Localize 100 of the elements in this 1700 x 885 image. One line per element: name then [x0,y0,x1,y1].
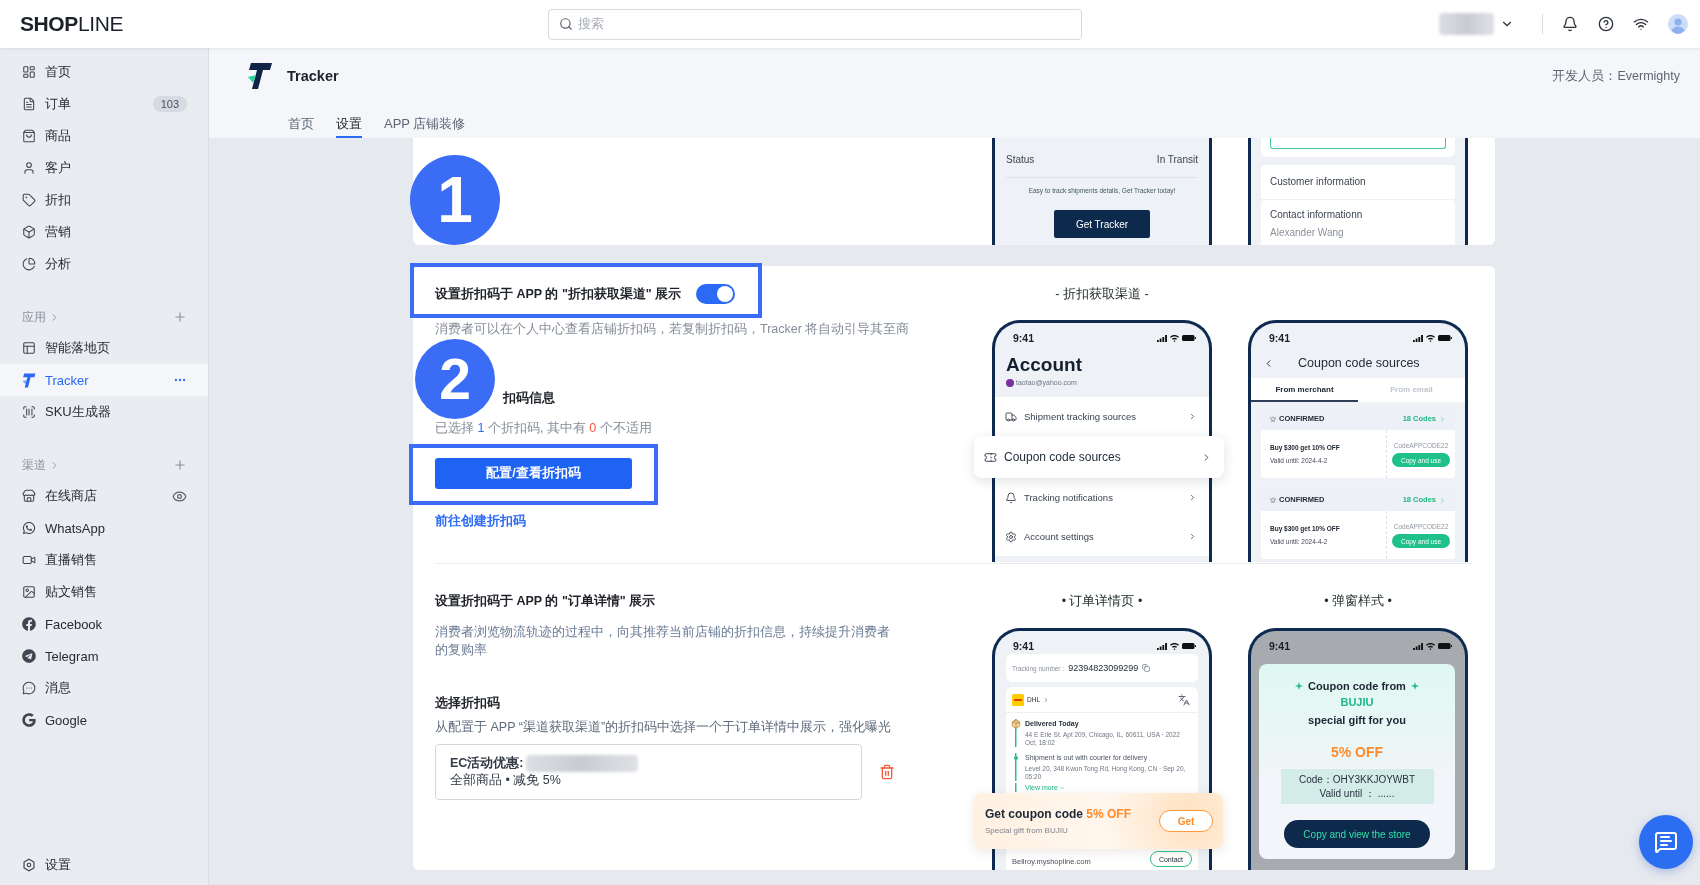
banner-subtitle: Special gift from BUJIU [985,825,1069,836]
layout-icon [22,341,36,355]
sidebar-item[interactable]: 直播销售 [0,544,208,576]
coupon-detail: 全部商品 • 减免 5% [450,772,562,789]
toggle-switch[interactable] [696,284,736,304]
pie-chart-icon [22,257,36,271]
banner-title: Get coupon code 5% OFF [985,806,1132,821]
sidebar-item[interactable]: Telegram [0,640,208,672]
create-link[interactable]: 前往创建折扣码 [435,512,526,530]
configure-button[interactable]: 配置/查看折扣码 [435,458,632,489]
coupon-code: Code：OHY3KKJOYWBT [1298,772,1416,787]
search-field[interactable]: 搜索 [548,8,1082,40]
info-title: Contact informationn [1270,208,1364,222]
whatsapp-icon [22,521,36,535]
status-value: In Transit [1156,153,1198,167]
bell-icon[interactable] [1562,16,1578,32]
sidebar-item[interactable]: 分析 [0,248,208,280]
sidebar-item[interactable]: 客户 [0,152,208,184]
sidebar-item[interactable]: 智能落地页 [0,332,208,364]
chevron-right-icon [1188,532,1197,541]
chevron-right-icon [1439,496,1446,504]
eye-icon[interactable] [172,488,187,504]
status-time: 9:41 [1013,640,1034,652]
battery-icon [1182,335,1196,341]
selection-summary: 已选择 1 个折扣码, 其中有 0 个不适用 [435,420,652,437]
sidebar-item[interactable]: 在线商店 [0,480,208,512]
preview-caption: - 折扣获取渠道 - [1055,286,1149,303]
chat-button[interactable] [1639,815,1693,869]
get-tracker-button[interactable]: Get Tracker [1054,210,1150,238]
screen-title: Coupon code sources [1298,355,1420,372]
app-logo-icon [22,372,36,388]
developer-label: 开发人员：Evermighty [1552,67,1680,85]
preview-caption: • 订单详情页 • [1061,593,1143,610]
tab[interactable]: From merchant [1251,378,1358,402]
popup-subheading: special gift for you [1308,713,1406,728]
coupon-item[interactable]: EC活动优惠: 全部商品 • 减免 5% [435,744,862,800]
count-badge: 103 [152,96,187,112]
sidebar-item[interactable]: 首页 [0,56,208,88]
sparkle-icon [1410,682,1419,690]
store-icon [22,489,36,503]
dashboard-icon [22,65,36,79]
hint-text: 从配置于 APP “渠道获取渠道”的折扣码中选择一个于订单详情中展示，强化曝光 [435,719,892,736]
sidebar-item[interactable]: 商品 [0,120,208,152]
sidebar-item[interactable]: 消息 [0,672,208,704]
chevron-right-icon [1188,412,1197,421]
avatar-icon [1006,379,1014,387]
sidebar-item[interactable]: Tracker [0,364,208,396]
barcode-icon [22,405,36,419]
tab[interactable]: 设置 [336,104,362,138]
status-time: 9:41 [1269,640,1290,652]
copy-button[interactable]: Copy and view the store [1284,820,1430,848]
translate-icon[interactable] [1178,693,1190,706]
facebook-icon [22,617,36,631]
tab[interactable]: APP 店铺装修 [384,104,466,138]
wifi-icon [1170,642,1179,650]
signal-icon [1157,642,1167,650]
app-logo [247,62,273,90]
shopline-logo[interactable]: SHOPLINE [20,12,123,36]
wifi-icon[interactable] [1633,16,1649,32]
wifi-icon [1426,642,1435,650]
description: 消费者浏览物流轨迹的过程中，向其推荐当前店铺的折扣信息，持续提升消费者的复购率 [435,624,891,659]
signal-icon [1413,334,1423,342]
help-icon[interactable] [1598,16,1614,32]
copy-icon[interactable] [1142,664,1151,672]
discount-text: 5% OFF [1330,743,1384,761]
sidebar-item[interactable]: Google [0,704,208,736]
telegram-icon [22,649,36,663]
info-title: Customer information [1270,175,1367,189]
battery-icon [1438,335,1452,341]
sidebar-item[interactable]: 贴文销售 [0,576,208,608]
avatar-icon[interactable] [1668,14,1688,34]
preview-caption: • 弹窗样式 • [1324,593,1392,610]
screen-title: Account [1006,353,1083,376]
menu-item[interactable]: Coupon code sources [974,436,1224,478]
sidebar-item[interactable]: Facebook [0,608,208,640]
tab[interactable]: 首页 [288,104,314,138]
sidebar-item[interactable]: SKU生成器 [0,396,208,428]
sidebar-item[interactable]: 设置 [0,849,208,881]
redacted-block [1439,13,1494,35]
section-heading: 扣码信息 [503,390,555,407]
status-label: Status [1006,153,1035,167]
sidebar-item[interactable]: 营销 [0,216,208,248]
settings-icon [1005,530,1017,543]
crown-icon [1270,497,1276,503]
setting-title: 设置折扣码于 APP 的 "订单详情" 展示 [435,593,656,610]
bag-icon [22,129,36,143]
battery-icon [1438,643,1452,649]
sidebar-item[interactable]: 订单 103 [0,88,208,120]
tag-icon [22,193,36,207]
popup-heading: Coupon code from [1308,679,1406,694]
tracking-number: 92394823099299 [1068,662,1139,674]
chevron-right-icon [1439,415,1446,423]
person-icon [22,161,36,175]
trash-icon[interactable] [879,764,895,780]
sidebar-item[interactable]: 折扣 [0,184,208,216]
wifi-icon [1426,334,1435,342]
google-icon [22,713,36,727]
sidebar-item[interactable]: WhatsApp [0,512,208,544]
chevron-right-icon [1043,696,1049,703]
video-camera-icon [22,553,36,567]
